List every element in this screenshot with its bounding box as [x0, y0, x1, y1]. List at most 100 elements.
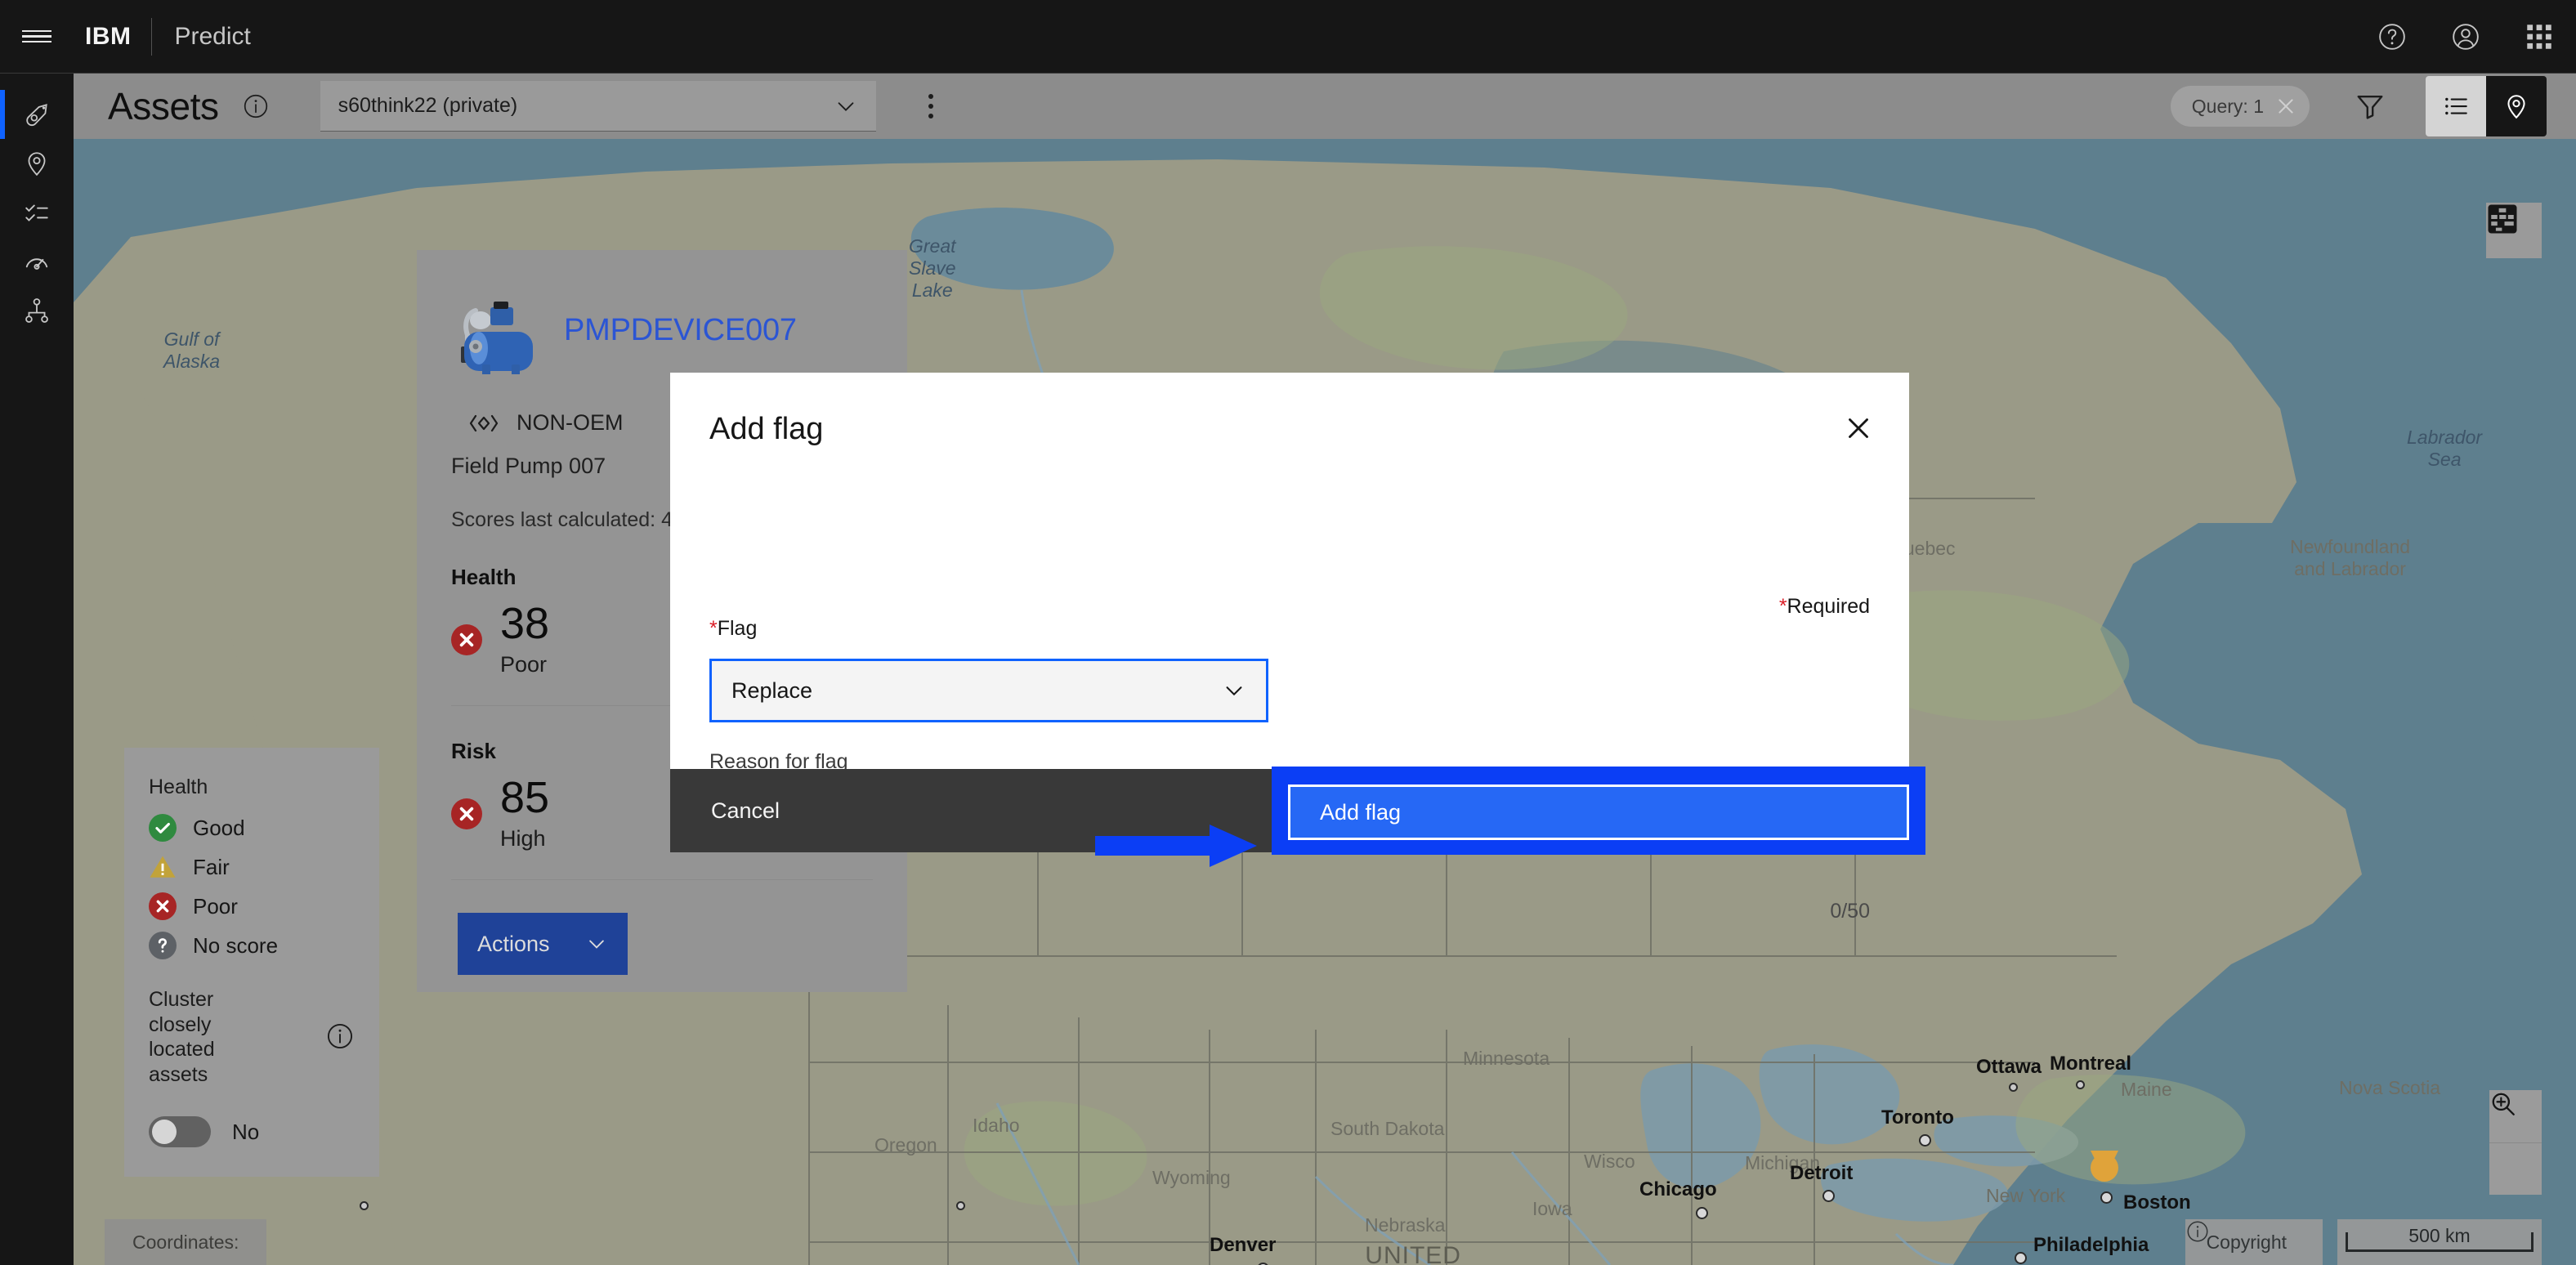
asset-actions-area: Actions	[417, 880, 907, 975]
flag-select-value: Replace	[731, 677, 813, 703]
sidebar-item-locations[interactable]	[0, 139, 74, 188]
required-legend: *Required	[1779, 595, 1870, 619]
legend-cluster-section: Cluster closely located assets	[149, 987, 355, 1087]
map-zoom-controls	[2489, 1090, 2542, 1195]
cluster-toggle-track[interactable]	[149, 1116, 211, 1147]
sidebar-item-performance[interactable]	[0, 237, 74, 286]
map-scale-bar: 500 km	[2337, 1219, 2542, 1265]
close-icon[interactable]	[1832, 402, 1885, 454]
add-flag-highlight-box: Add flag	[1272, 767, 1925, 855]
hamburger-menu-icon[interactable]	[0, 0, 74, 74]
actions-button[interactable]: Actions	[458, 913, 628, 975]
left-navigation-rail	[0, 74, 74, 1265]
sidebar-item-assets[interactable]	[0, 90, 74, 139]
error-circle-icon	[149, 892, 177, 920]
flag-field-label: *Flag	[709, 617, 1870, 641]
flag-select[interactable]: Replace	[709, 659, 1268, 722]
actions-button-label: Actions	[477, 931, 550, 956]
help-icon[interactable]	[2355, 0, 2429, 74]
legend-item-good: Good	[149, 814, 355, 842]
asset-metric-rating: Poor	[500, 652, 548, 677]
info-icon[interactable]	[325, 1021, 355, 1055]
error-circle-icon	[451, 798, 482, 829]
sidebar-item-hierarchy[interactable]	[0, 286, 74, 335]
asset-metric-rating: High	[500, 826, 546, 851]
map-city-dot	[1696, 1207, 1708, 1219]
required-asterisk: *	[709, 617, 718, 640]
page-info-icon[interactable]	[242, 92, 270, 120]
required-asterisk: *	[1778, 595, 1787, 618]
map-scale-label: 500 km	[2404, 1225, 2475, 1247]
view-mode-toggle	[2426, 76, 2547, 136]
question-circle-icon	[149, 932, 177, 959]
flag-label-text: Flag	[717, 617, 758, 640]
page-header: Assets s60think22 (private) Query: 1	[74, 74, 2576, 139]
map-city-dot	[360, 1201, 369, 1210]
legend-item-no-score: No score	[149, 932, 355, 959]
cluster-toggle[interactable]: No	[149, 1116, 355, 1147]
top-navigation-bar: IBM Predict	[0, 0, 2576, 74]
map-legend-panel: Health Good Fair Poor No score Cluster c…	[124, 748, 379, 1177]
asset-metric-value: 85	[500, 773, 550, 822]
query-filter-tag[interactable]: Query: 1	[2170, 86, 2310, 127]
check-circle-icon	[149, 814, 177, 842]
copyright-group[interactable]: Copyright	[2185, 1219, 2323, 1265]
copyright-label: Copyright	[2206, 1231, 2287, 1253]
modal-title: Add flag	[709, 412, 824, 446]
map-city-dot	[2076, 1080, 2085, 1089]
legend-item-fair: Fair	[149, 853, 355, 881]
add-flag-submit-label: Add flag	[1320, 799, 1402, 825]
required-label: Required	[1787, 595, 1870, 618]
character-counter: 0/50	[1830, 900, 1870, 923]
asset-name[interactable]: PMPDEVICE007	[564, 313, 797, 348]
map-city-dot	[1822, 1190, 1835, 1202]
add-flag-submit-button[interactable]: Add flag	[1288, 784, 1909, 840]
page-header-actions: Query: 1	[2170, 76, 2576, 136]
app-name: Predict	[174, 22, 251, 50]
right-arrow-annotation-icon	[1095, 825, 1257, 867]
cluster-toggle-label: No	[232, 1119, 260, 1144]
map-city-dot	[956, 1201, 965, 1210]
app-switcher-icon[interactable]	[2502, 0, 2576, 74]
brand-ibm: IBM	[85, 22, 132, 50]
legend-cluster-label: Cluster closely located assets	[149, 988, 215, 1086]
user-avatar-icon[interactable]	[2429, 0, 2502, 74]
legend-item-poor: Poor	[149, 892, 355, 920]
legend-item-label: No score	[193, 932, 279, 958]
chevron-down-icon	[585, 932, 608, 955]
error-circle-icon	[451, 624, 482, 655]
list-view-icon[interactable]	[2426, 76, 2486, 136]
legend-title: Health	[149, 776, 208, 798]
coordinates-readout: Coordinates:	[105, 1219, 267, 1265]
overflow-menu-icon[interactable]	[912, 81, 950, 132]
query-filter-tag-label: Query: 1	[2191, 95, 2264, 117]
legend-item-label: Fair	[193, 854, 230, 879]
asset-group-selector[interactable]: s60think22 (private)	[320, 81, 876, 132]
cancel-button[interactable]: Cancel	[670, 798, 780, 824]
asset-map-marker[interactable]	[2091, 1151, 2118, 1182]
chevron-down-icon	[834, 94, 858, 118]
legend-item-label: Good	[193, 815, 245, 840]
pump-thumbnail-icon	[451, 286, 539, 376]
map-city-dot	[2015, 1252, 2027, 1264]
topbar-actions	[2355, 0, 2576, 74]
non-oem-icon	[469, 413, 499, 434]
map-city-dot	[2100, 1191, 2113, 1204]
page-title: Assets	[108, 85, 219, 127]
asset-metric-value: 38	[500, 599, 550, 648]
zoom-out-icon[interactable]	[2489, 1093, 2542, 1195]
map-footer: Copyright 500 km	[2185, 1219, 2542, 1265]
map-layers-icon[interactable]	[2486, 203, 2542, 258]
chevron-down-icon	[1222, 678, 1246, 703]
close-icon[interactable]	[2275, 96, 2296, 117]
map-view-icon[interactable]	[2486, 76, 2547, 136]
asset-group-selector-value: s60think22 (private)	[338, 94, 518, 117]
cluster-toggle-knob	[152, 1120, 177, 1144]
sidebar-item-work-list[interactable]	[0, 188, 74, 237]
add-flag-modal: Add flag *Required *Flag Replace Reason …	[670, 373, 1909, 923]
map-city-dot	[2009, 1083, 2018, 1092]
coordinates-label: Coordinates:	[132, 1231, 239, 1253]
asset-oem-label: NON-OEM	[517, 410, 624, 435]
warning-triangle-icon	[149, 853, 177, 881]
filter-icon[interactable]	[2346, 82, 2395, 131]
